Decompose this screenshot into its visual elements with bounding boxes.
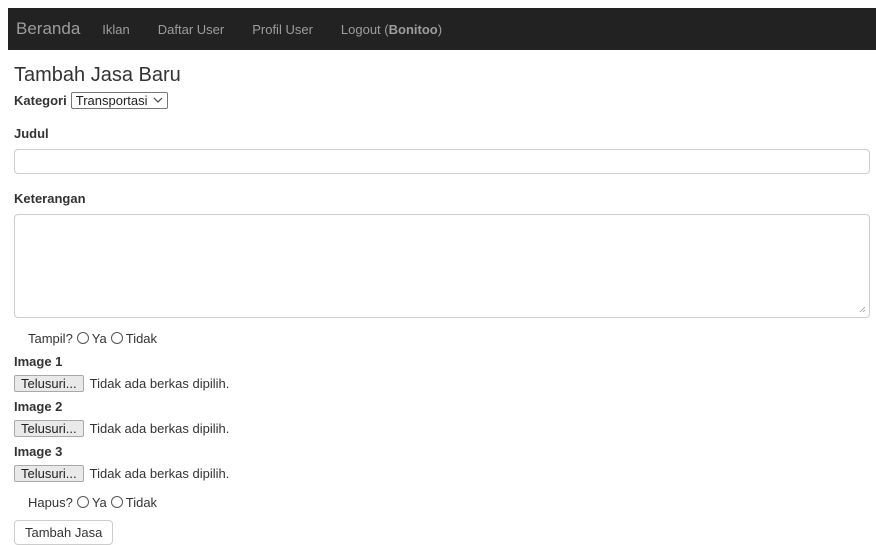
nav-brand-beranda[interactable]: Beranda (16, 19, 80, 39)
keterangan-label: Keterangan (14, 191, 86, 206)
hapus-row: Hapus? Ya Tidak (14, 493, 870, 511)
logout-username: Bonitoo (388, 21, 438, 37)
image-1-label: Image 1 (14, 354, 63, 369)
image-3-browse-button[interactable]: Telusuri... (14, 464, 84, 482)
image-1-file-row: Telusuri... Tidak ada berkas dipilih. (14, 374, 870, 392)
image-3-label: Image 3 (14, 444, 63, 459)
navbar: Beranda Iklan Daftar User Profil User Lo… (8, 8, 876, 50)
judul-label: Judul (14, 126, 49, 141)
image-3-file-status: Tidak ada berkas dipilih. (89, 465, 230, 481)
page-frame: Beranda Iklan Daftar User Profil User Lo… (8, 8, 876, 545)
nav-item-iklan[interactable]: Iklan (102, 22, 129, 37)
tampil-ya-radio[interactable] (76, 332, 89, 344)
logout-prefix: Logout ( (340, 21, 389, 37)
tampil-tidak-label: Tidak (125, 330, 158, 346)
kategori-label: Kategori (14, 92, 67, 108)
tampil-label: Tampil? (28, 330, 73, 346)
image-3-file-row: Telusuri... Tidak ada berkas dipilih. (14, 464, 870, 482)
kategori-selected-value: Transportasi (75, 92, 148, 108)
judul-input[interactable] (14, 149, 870, 174)
nav-item-profil-user[interactable]: Profil User (252, 22, 313, 37)
hapus-ya-radio[interactable] (76, 496, 89, 508)
tampil-ya-label: Ya (91, 330, 107, 346)
resize-grip-icon[interactable] (859, 306, 866, 315)
keterangan-textarea[interactable] (14, 214, 870, 318)
kategori-select[interactable]: Transportasi (70, 91, 168, 109)
image-2-file-row: Telusuri... Tidak ada berkas dipilih. (14, 419, 870, 437)
image-2-file-status: Tidak ada berkas dipilih. (89, 420, 230, 436)
tampil-tidak-radio[interactable] (110, 332, 123, 344)
hapus-tidak-label: Tidak (125, 494, 158, 510)
kategori-row: Kategori Transportasi (14, 91, 870, 109)
image-1-browse-button[interactable]: Telusuri... (14, 374, 84, 392)
image-1-file-status: Tidak ada berkas dipilih. (89, 375, 230, 391)
image-2-label: Image 2 (14, 399, 63, 414)
page-title: Tambah Jasa Baru (14, 64, 181, 86)
nav-item-logout[interactable]: Logout (Bonitoo) (341, 22, 442, 37)
image-2-browse-button[interactable]: Telusuri... (14, 419, 84, 437)
chevron-down-icon (153, 95, 163, 106)
form-container: Tambah Jasa Baru Kategori Transportasi J… (14, 62, 870, 545)
hapus-label: Hapus? (28, 494, 73, 510)
hapus-ya-label: Ya (91, 494, 107, 510)
logout-suffix: ) (437, 21, 443, 37)
hapus-tidak-radio[interactable] (110, 496, 123, 508)
nav-item-daftar-user[interactable]: Daftar User (158, 22, 224, 37)
tampil-row: Tampil? Ya Tidak (14, 329, 870, 347)
